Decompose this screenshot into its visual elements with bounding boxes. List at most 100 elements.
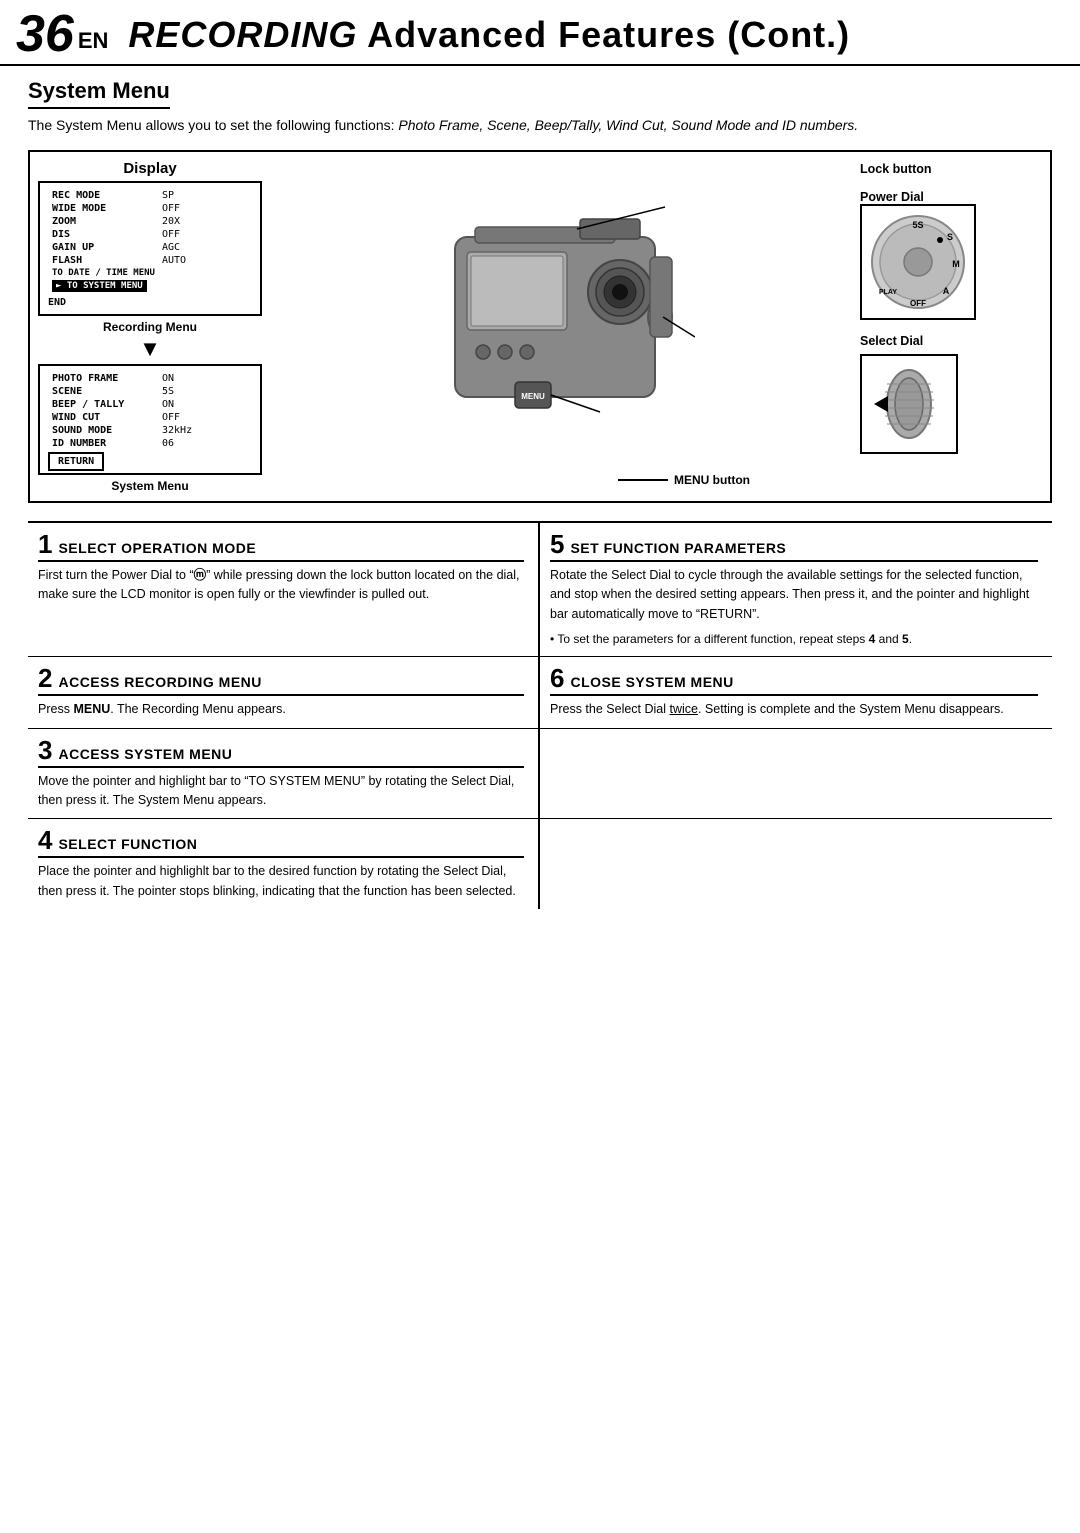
flash-value: AUTO xyxy=(158,254,252,267)
step-6-number: 6 xyxy=(550,665,564,691)
step-1-number: 1 xyxy=(38,531,52,557)
step-4-header: 4 SELECT FUNCTION xyxy=(38,827,524,858)
step-6-header: 6 CLOSE SYSTEM MENU xyxy=(550,665,1038,696)
menu-section: Display REC MODESP WIDE MODEOFF ZOOM20X … xyxy=(30,152,270,501)
arrow-down-icon: ▼ xyxy=(38,336,262,362)
svg-text:PLAY: PLAY xyxy=(879,289,897,296)
step-3-title: ACCESS SYSTEM MENU xyxy=(58,746,232,762)
step-3-header: 3 ACCESS SYSTEM MENU xyxy=(38,737,524,768)
main-content: System Menu The System Menu allows you t… xyxy=(0,66,1080,929)
wide-mode-value: OFF xyxy=(158,202,252,215)
to-date-time: TO DATE / TIME MENU xyxy=(48,267,252,279)
title-italic-part: RECORDING xyxy=(128,14,357,55)
right-controls: Lock button Power Dial 5S S M xyxy=(850,152,1050,501)
flash-label: FLASH xyxy=(48,254,158,267)
svg-text:S: S xyxy=(947,232,953,242)
id-label: ID NUMBER xyxy=(48,437,158,450)
table-row: GAIN UPAGC xyxy=(48,241,252,254)
step-3-number: 3 xyxy=(38,737,52,763)
diagram-box: Display REC MODESP WIDE MODEOFF ZOOM20X … xyxy=(28,150,1052,503)
table-row: SOUND MODE32kHz xyxy=(48,424,252,437)
gain-label: GAIN UP xyxy=(48,241,158,254)
diagram-inner: Display REC MODESP WIDE MODEOFF ZOOM20X … xyxy=(30,152,1050,501)
step-1-header: 1 SELECT OPERATION MODE xyxy=(38,531,524,562)
recording-menu-box: REC MODESP WIDE MODEOFF ZOOM20X DISOFF G… xyxy=(38,181,262,316)
table-row: WIDE MODEOFF xyxy=(48,202,252,215)
return-btn-wrapper: RETURN xyxy=(48,455,252,467)
table-row: ZOOM20X xyxy=(48,215,252,228)
recording-menu-table: REC MODESP WIDE MODEOFF ZOOM20X DISOFF G… xyxy=(48,189,252,293)
power-dial-group: Power Dial 5S S M A OFF PLAY xyxy=(860,190,1040,320)
step-4: 4 SELECT FUNCTION Place the pointer and … xyxy=(28,819,540,909)
photo-frame-label: PHOTO FRAME xyxy=(48,372,158,385)
page-lang: EN xyxy=(78,28,109,54)
steps-section: 1 SELECT OPERATION MODE First turn the P… xyxy=(28,521,1052,909)
title-rest-part: Advanced Features (Cont.) xyxy=(357,14,850,55)
menu-button-text: MENU button xyxy=(674,473,750,487)
system-menu-label: System Menu xyxy=(38,479,262,493)
intro-paragraph: The System Menu allows you to set the fo… xyxy=(28,115,1052,136)
page-title: RECORDING Advanced Features (Cont.) xyxy=(128,14,850,56)
table-row: FLASHAUTO xyxy=(48,254,252,267)
system-menu-box: PHOTO FRAMEON SCENE5S BEEP / TALLYON WIN… xyxy=(38,364,262,475)
table-row: DISOFF xyxy=(48,228,252,241)
table-row: REC MODESP xyxy=(48,189,252,202)
select-dial-group: Select Dial xyxy=(860,334,1040,454)
section-title: System Menu xyxy=(28,78,170,109)
rec-mode-value: SP xyxy=(158,189,252,202)
step-3-text: Move the pointer and highlight bar to “T… xyxy=(38,772,524,811)
step-2-number: 2 xyxy=(38,665,52,691)
wide-mode-label: WIDE MODE xyxy=(48,202,158,215)
dis-value: OFF xyxy=(158,228,252,241)
sound-label: SOUND MODE xyxy=(48,424,158,437)
dis-label: DIS xyxy=(48,228,158,241)
scene-label: SCENE xyxy=(48,385,158,398)
rec-mode-label: REC MODE xyxy=(48,189,158,202)
wind-value: OFF xyxy=(158,411,252,424)
step-1-title: SELECT OPERATION MODE xyxy=(58,540,256,556)
recording-menu-label: Recording Menu xyxy=(38,320,262,334)
svg-text:MENU: MENU xyxy=(521,392,545,401)
scene-value: 5S xyxy=(158,385,252,398)
sound-value: 32kHz xyxy=(158,424,252,437)
zoom-label: ZOOM xyxy=(48,215,158,228)
table-row: ID NUMBER06 xyxy=(48,437,252,450)
svg-text:A: A xyxy=(943,286,950,296)
table-row: WIND CUTOFF xyxy=(48,411,252,424)
lock-button-label: Lock button xyxy=(860,162,1040,176)
step-6: 6 CLOSE SYSTEM MENU Press the Select Dia… xyxy=(540,657,1052,728)
power-dial-label: Power Dial xyxy=(860,190,1040,204)
step-1-text: First turn the Power Dial to “ⓜ” while p… xyxy=(38,566,524,605)
step-2-header: 2 ACCESS RECORDING MENU xyxy=(38,665,524,696)
camera-illustration: MENU xyxy=(425,197,695,457)
step-2-text: Press MENU. The Recording Menu appears. xyxy=(38,700,524,719)
beep-label: BEEP / TALLY xyxy=(48,398,158,411)
svg-text:5S: 5S xyxy=(912,220,923,230)
select-dial-svg xyxy=(874,364,944,444)
step-4-number: 4 xyxy=(38,827,52,853)
table-row: TO DATE / TIME MENU xyxy=(48,267,252,279)
table-row: PHOTO FRAMEON xyxy=(48,372,252,385)
step-4-text: Place the pointer and highlighlt bar to … xyxy=(38,862,524,901)
intro-text-plain: The System Menu allows you to set the fo… xyxy=(28,117,398,133)
step-5-header: 5 SET FUNCTION PARAMETERS xyxy=(550,531,1038,562)
step-5-bullet: To set the parameters for a different fu… xyxy=(550,630,1038,648)
svg-text:M: M xyxy=(952,259,960,269)
return-button: RETURN xyxy=(48,452,104,471)
wind-label: WIND CUT xyxy=(48,411,158,424)
step-5-title: SET FUNCTION PARAMETERS xyxy=(570,540,786,556)
table-row: SCENE5S xyxy=(48,385,252,398)
select-dial-label: Select Dial xyxy=(860,334,1040,348)
step-2-title: ACCESS RECORDING MENU xyxy=(58,674,261,690)
page-number: 36 xyxy=(16,8,74,60)
step-6-text: Press the Select Dial twice. Setting is … xyxy=(550,700,1038,719)
gain-value: AGC xyxy=(158,241,252,254)
table-row: ► TO SYSTEM MENU xyxy=(48,279,252,293)
step-empty-2 xyxy=(540,819,1052,909)
step-2: 2 ACCESS RECORDING MENU Press MENU. The … xyxy=(28,657,540,728)
beep-value: ON xyxy=(158,398,252,411)
svg-text:OFF: OFF xyxy=(910,299,926,308)
camera-section: MENU MENU button xyxy=(270,152,850,501)
step-1: 1 SELECT OPERATION MODE First turn the P… xyxy=(28,523,540,657)
step-6-title: CLOSE SYSTEM MENU xyxy=(570,674,733,690)
